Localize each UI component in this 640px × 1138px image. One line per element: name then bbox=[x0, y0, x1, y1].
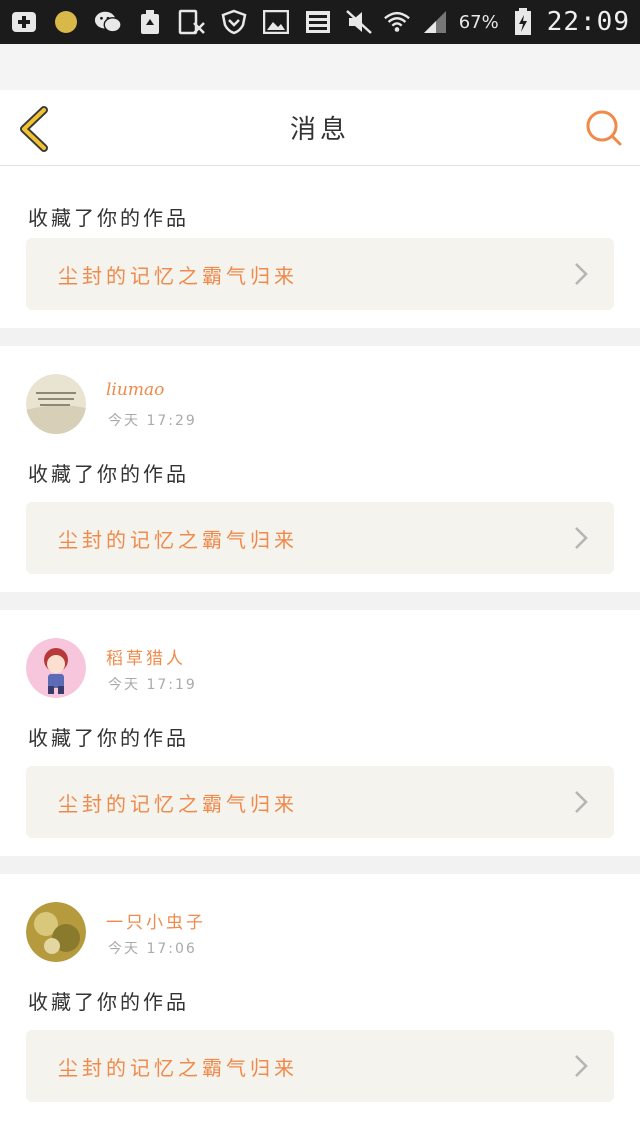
avatar[interactable] bbox=[26, 374, 86, 434]
shield-icon bbox=[220, 8, 248, 36]
work-title: 尘封的记忆之霸气归来 bbox=[58, 263, 298, 288]
chevron-right-icon bbox=[575, 527, 588, 549]
search-button[interactable] bbox=[584, 108, 624, 148]
work-link[interactable]: 尘封的记忆之霸气归来 bbox=[26, 1030, 614, 1102]
list-item: 一只小虫子 今天 17:06 收藏了你的作品 尘封的记忆之霸气归来 bbox=[0, 874, 640, 1138]
work-link[interactable]: 尘封的记忆之霸气归来 bbox=[26, 766, 614, 838]
user-row: 一只小虫子 今天 17:06 bbox=[26, 902, 426, 964]
work-link[interactable]: 尘封的记忆之霸气归来 bbox=[26, 238, 614, 310]
yellow-dot-icon bbox=[52, 8, 80, 36]
chevron-right-icon bbox=[575, 263, 588, 285]
work-link[interactable]: 尘封的记忆之霸气归来 bbox=[26, 502, 614, 574]
top-spacer bbox=[0, 44, 640, 90]
avatar[interactable] bbox=[26, 902, 86, 962]
action-text: 收藏了你的作品 bbox=[28, 726, 189, 750]
username[interactable]: liumao bbox=[106, 380, 164, 400]
sim-blocked-icon bbox=[178, 8, 206, 36]
work-title: 尘封的记忆之霸气归来 bbox=[58, 527, 298, 552]
signal-icon bbox=[421, 8, 449, 36]
username[interactable]: 稻草猎人 bbox=[106, 644, 186, 669]
status-bar: 67% 22:09 bbox=[0, 0, 640, 44]
plus-notification-icon bbox=[10, 8, 38, 36]
back-arrow-icon bbox=[20, 106, 48, 152]
timestamp: 今天 17:29 bbox=[108, 413, 197, 429]
username[interactable]: 一只小虫子 bbox=[106, 908, 206, 933]
battery-charging-icon bbox=[509, 8, 537, 36]
list-item: 稻草猎人 今天 17:19 收藏了你的作品 尘封的记忆之霸气归来 bbox=[0, 610, 640, 856]
mute-icon bbox=[345, 8, 373, 36]
work-title: 尘封的记忆之霸气归来 bbox=[58, 1055, 298, 1080]
list-item: liumao 今天 17:29 收藏了你的作品 尘封的记忆之霸气归来 bbox=[0, 346, 640, 592]
action-text: 收藏了你的作品 bbox=[28, 206, 189, 230]
search-icon bbox=[586, 110, 622, 146]
wifi-icon bbox=[383, 8, 411, 36]
timestamp: 今天 17:06 bbox=[108, 941, 197, 957]
timestamp: 今天 17:19 bbox=[108, 677, 197, 693]
back-button[interactable] bbox=[14, 106, 54, 152]
avatar[interactable] bbox=[26, 638, 86, 698]
news-icon bbox=[304, 8, 332, 36]
work-title: 尘封的记忆之霸气归来 bbox=[58, 791, 298, 816]
app-header: 消息 bbox=[0, 90, 640, 166]
user-row: liumao 今天 17:29 bbox=[26, 374, 426, 436]
gallery-icon bbox=[262, 8, 290, 36]
wechat-icon bbox=[94, 8, 122, 36]
clock: 22:09 bbox=[546, 7, 630, 37]
action-text: 收藏了你的作品 bbox=[28, 462, 189, 486]
action-text: 收藏了你的作品 bbox=[28, 990, 189, 1014]
list-item: 收藏了你的作品 尘封的记忆之霸气归来 bbox=[0, 166, 640, 328]
recycle-icon bbox=[136, 8, 164, 36]
battery-percent: 67% bbox=[458, 11, 499, 33]
chevron-right-icon bbox=[575, 791, 588, 813]
chevron-right-icon bbox=[575, 1055, 588, 1077]
user-row: 稻草猎人 今天 17:19 bbox=[26, 638, 426, 700]
page-title: 消息 bbox=[289, 115, 350, 145]
message-list[interactable]: 收藏了你的作品 尘封的记忆之霸气归来 liumao 今天 17:29 收藏了你的… bbox=[0, 166, 640, 1138]
